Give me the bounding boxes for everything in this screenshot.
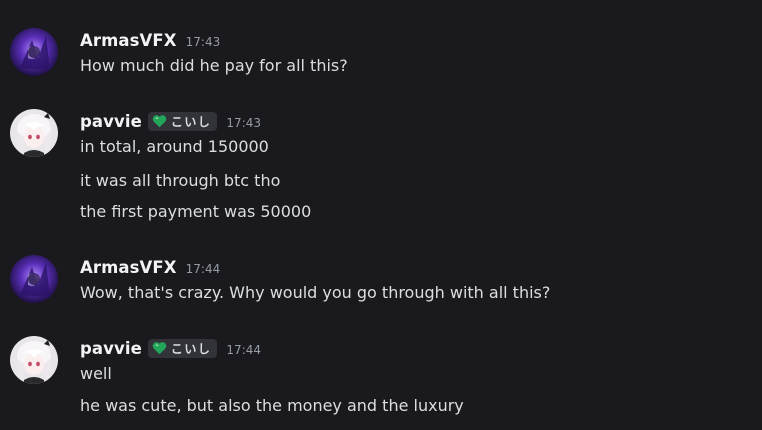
message-text: in total, around 150000 (80, 137, 269, 156)
message-text: Wow, that's crazy. Why would you go thro… (80, 283, 551, 302)
message-header: pavvie こいし 17:43 (80, 109, 261, 133)
username[interactable]: ArmasVFX (80, 31, 177, 50)
tag-label: こいし (170, 341, 212, 356)
message-header: pavvie こいし 17:44 (80, 336, 261, 360)
avatar[interactable] (10, 109, 58, 157)
tag-label: こいし (170, 114, 212, 129)
message-text: he was cute, but also the money and the … (80, 396, 464, 415)
timestamp[interactable]: 17:43 (186, 35, 221, 49)
white-hair-avatar-icon (10, 109, 58, 157)
avatar[interactable] (10, 28, 58, 76)
green-heart-icon (152, 115, 167, 128)
username[interactable]: ArmasVFX (80, 258, 177, 277)
avatar[interactable] (10, 336, 58, 384)
username[interactable]: pavvie (80, 112, 142, 131)
message-text: it was all through btc tho (80, 171, 281, 190)
timestamp[interactable]: 17:44 (186, 262, 221, 276)
green-heart-icon (152, 342, 167, 355)
user-tag[interactable]: こいし (147, 111, 218, 131)
purple-avatar-icon (10, 255, 58, 303)
username[interactable]: pavvie (80, 339, 142, 358)
timestamp[interactable]: 17:44 (226, 343, 261, 357)
chat-messages: ArmasVFX 17:43 How much did he pay for a… (0, 0, 762, 430)
message-text: the first payment was 50000 (80, 202, 312, 221)
avatar[interactable] (10, 255, 58, 303)
user-tag[interactable]: こいし (147, 338, 218, 358)
message-header: ArmasVFX 17:44 (80, 255, 220, 279)
purple-avatar-icon (10, 28, 58, 76)
white-hair-avatar-icon (10, 336, 58, 384)
message-header: ArmasVFX 17:43 (80, 28, 220, 52)
timestamp[interactable]: 17:43 (226, 116, 261, 130)
message-text: well (80, 364, 112, 383)
message-text: How much did he pay for all this? (80, 56, 348, 75)
